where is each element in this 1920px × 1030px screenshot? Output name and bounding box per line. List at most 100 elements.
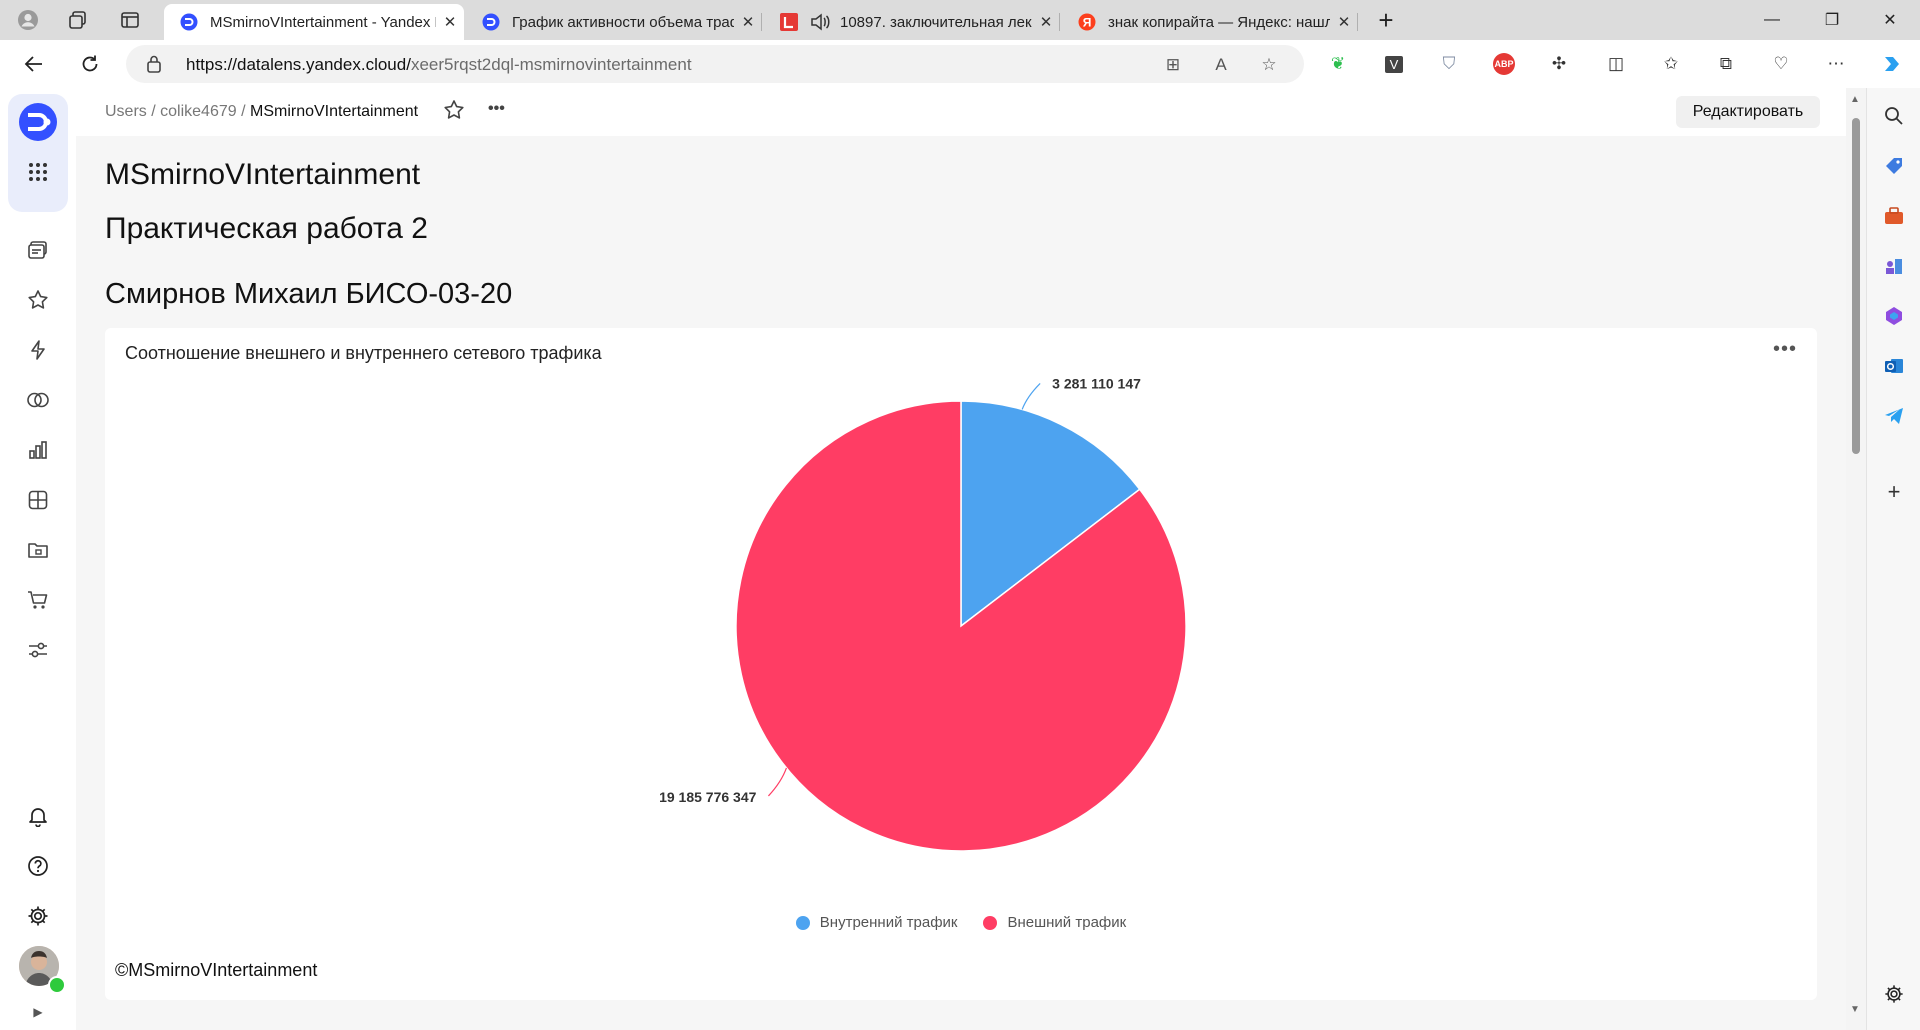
more-actions-button[interactable]: ••• xyxy=(488,100,505,118)
edit-button[interactable]: Редактировать xyxy=(1676,96,1820,128)
tab-datalens-dashboard[interactable]: MSmirnoVIntertainment - Yandex DataLens … xyxy=(164,4,464,40)
split-screen-icon[interactable]: ◫ xyxy=(1602,50,1630,78)
close-window-button[interactable]: ✕ xyxy=(1860,0,1920,40)
breadcrumb-user[interactable]: colike4679 xyxy=(160,103,237,120)
extension-v-icon[interactable]: V xyxy=(1380,50,1408,78)
tab-actions-icon[interactable] xyxy=(110,0,150,40)
datalens-logo-icon[interactable] xyxy=(18,102,58,142)
sidebar-settings-icon[interactable] xyxy=(1882,982,1906,1006)
read-aloud-icon[interactable]: A xyxy=(1210,54,1232,76)
pie-chart: 3 281 110 147 19 185 776 347 xyxy=(659,375,1187,852)
online-status-icon xyxy=(48,976,66,994)
speaker-icon[interactable] xyxy=(810,13,830,31)
help-icon[interactable] xyxy=(26,854,50,878)
tab-title: График активности объема трафика xyxy=(512,13,734,31)
yandex-favicon-icon: Я xyxy=(1078,13,1096,31)
datalens-favicon-icon xyxy=(482,13,500,31)
dashboards-nav-icon[interactable] xyxy=(26,488,50,512)
favorites-icon[interactable]: ✩ xyxy=(1657,50,1685,78)
tab-title: знак копирайта — Яндекс: нашлось xyxy=(1108,13,1330,31)
back-button[interactable] xyxy=(14,44,54,84)
settings-sliders-icon[interactable] xyxy=(26,638,50,662)
vertical-scrollbar[interactable]: ▲ ▼ xyxy=(1846,88,1866,1030)
marketplace-nav-icon[interactable] xyxy=(26,588,50,612)
datalens-favicon-icon xyxy=(180,13,198,31)
favorites-nav-icon[interactable] xyxy=(26,288,50,312)
microsoft365-icon[interactable] xyxy=(1882,304,1906,328)
new-tab-button[interactable]: + xyxy=(1366,0,1406,40)
folder-nav-icon[interactable] xyxy=(26,538,50,562)
services-grid-icon[interactable] xyxy=(26,160,50,184)
shopping-tag-icon[interactable] xyxy=(1882,154,1906,178)
tab-traffic-activity[interactable]: График активности объема трафика ✕ xyxy=(466,4,762,40)
url-path: xeer5rqst2dql-msmirnovintertainment xyxy=(410,55,692,74)
tab-close-icon[interactable]: ✕ xyxy=(1330,13,1358,31)
svg-text:Я: Я xyxy=(1083,16,1092,30)
legend-label: Внутренний трафик xyxy=(819,914,958,931)
notifications-bell-icon[interactable] xyxy=(26,804,50,828)
leader-line xyxy=(1021,383,1041,410)
browser-sidebar: + xyxy=(1866,88,1920,1030)
app-available-icon[interactable]: ⊞ xyxy=(1162,54,1184,76)
tools-briefcase-icon[interactable] xyxy=(1882,204,1906,228)
url-host: https://datalens.yandex.cloud/ xyxy=(186,55,411,74)
browser-tab-strip: MSmirnoVIntertainment - Yandex DataLens … xyxy=(0,0,1920,40)
shield-extension-icon[interactable]: ⛉ xyxy=(1435,50,1463,78)
favorite-star-icon[interactable] xyxy=(443,99,467,123)
widget-menu-button[interactable]: ••• xyxy=(1773,338,1797,361)
chart-legend: Внутренний трафик Внешний трафик xyxy=(105,914,1817,931)
sidebar-search-icon[interactable] xyxy=(1882,104,1906,128)
collections-icon[interactable]: ⧉ xyxy=(1712,50,1740,78)
breadcrumb-separator: / xyxy=(241,103,246,120)
telegram-send-icon[interactable] xyxy=(1882,404,1906,428)
outlook-icon[interactable] xyxy=(1882,354,1906,378)
collections-nav-icon[interactable] xyxy=(26,238,50,262)
adblock-badge: ABP xyxy=(1493,53,1515,75)
scroll-up-icon[interactable]: ▲ xyxy=(1850,94,1860,105)
workspaces-icon[interactable] xyxy=(58,0,98,40)
tab-close-icon[interactable]: ✕ xyxy=(734,13,762,31)
tab-yandex-search[interactable]: Я знак копирайта — Яндекс: нашлось ✕ xyxy=(1062,4,1358,40)
games-chess-icon[interactable] xyxy=(1882,254,1906,278)
expand-rail-icon[interactable]: ▶ xyxy=(26,1000,50,1024)
data-label: 19 185 776 347 xyxy=(659,789,757,805)
connections-nav-icon[interactable] xyxy=(26,338,50,362)
dashboard-header: Users / colike4679 / MSmirnoVIntertainme… xyxy=(76,88,1846,137)
leader-line xyxy=(767,767,787,797)
adblock-icon[interactable]: ABP xyxy=(1490,50,1518,78)
copilot-icon[interactable] xyxy=(1878,50,1906,78)
scroll-down-icon[interactable]: ▼ xyxy=(1850,1004,1860,1015)
dashboard-title: MSmirnoVIntertainment xyxy=(105,158,421,191)
url-bar[interactable]: https://datalens.yandex.cloud/xeer5rqst2… xyxy=(126,45,1304,83)
address-bar-row: https://datalens.yandex.cloud/xeer5rqst2… xyxy=(0,40,1920,88)
breadcrumb-users[interactable]: Users xyxy=(105,103,147,120)
charts-nav-icon[interactable] xyxy=(26,438,50,462)
data-label: 3 281 110 147 xyxy=(1052,375,1141,391)
widget-copyright: ©MSmirnoVIntertainment xyxy=(115,960,318,980)
tab-close-icon[interactable]: ✕ xyxy=(1032,13,1060,31)
extensions-puzzle-icon[interactable]: ✣ xyxy=(1545,50,1573,78)
add-sidebar-app-icon[interactable]: + xyxy=(1882,479,1906,504)
scrollbar-thumb[interactable] xyxy=(1852,118,1860,454)
dashboard-author: Смирнов Михаил БИСО-03-20 xyxy=(105,278,513,310)
settings-gear-icon[interactable] xyxy=(26,904,50,928)
legend-item[interactable]: Внутренний трафик xyxy=(795,914,958,931)
tab-lecture[interactable]: 10897. заключительная лекция ✕ xyxy=(764,4,1060,40)
restore-button[interactable]: ❐ xyxy=(1802,0,1862,40)
tab-title: 10897. заключительная лекция xyxy=(840,13,1032,31)
tab-close-icon[interactable]: ✕ xyxy=(436,13,464,31)
refresh-button[interactable] xyxy=(70,44,110,84)
url-text[interactable]: https://datalens.yandex.cloud/xeer5rqst2… xyxy=(186,55,692,75)
minimize-button[interactable]: — xyxy=(1742,0,1802,40)
favorite-star-icon[interactable]: ☆ xyxy=(1258,54,1280,76)
lock-icon[interactable] xyxy=(146,54,162,74)
datasets-nav-icon[interactable] xyxy=(26,388,50,412)
extension-v-badge: V xyxy=(1384,55,1404,73)
chart-title: Соотношение внешнего и внутреннего сетев… xyxy=(125,343,602,363)
legend-item[interactable]: Внешний трафик xyxy=(983,914,1126,931)
profile-icon[interactable] xyxy=(8,0,48,40)
lecture-favicon-icon xyxy=(780,13,798,31)
browser-essentials-icon[interactable]: ♡ xyxy=(1767,50,1795,78)
settings-more-icon[interactable]: ⋯ xyxy=(1822,50,1850,78)
extension-leaf-icon[interactable]: ❦ xyxy=(1324,50,1352,78)
